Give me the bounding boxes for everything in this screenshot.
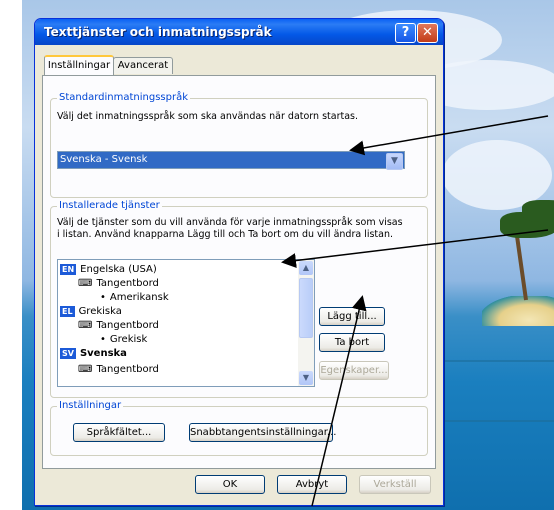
list-item-label: Tangentbord [96,364,159,375]
scroll-thumb[interactable] [299,278,313,338]
default-language-legend: Standardinmatningsspråk [57,92,190,103]
chevron-down-icon[interactable]: ▼ [386,153,403,170]
list-item-label: Tangentbord [96,278,159,289]
bullet-icon: • [100,292,106,303]
title-bar[interactable]: Texttjänster och inmatningsspråk ? ✕ [35,19,443,45]
list-item[interactable]: • Grekisk [100,334,147,345]
list-item[interactable]: EN Engelska (USA) [60,264,157,275]
help-button[interactable]: ? [395,23,416,43]
properties-button[interactable]: Egenskaper... [319,361,389,380]
list-item-label: Grekisk [109,334,148,345]
scroll-down-icon[interactable]: ▼ [299,371,313,385]
default-language-value: Svenska - Svensk [60,154,148,165]
list-item-label: Svenska [79,348,127,359]
hotkeys-button[interactable]: Snabbtangentsinställningar... [189,423,336,442]
list-item[interactable]: EL Grekiska [60,306,122,317]
list-item-label: Tangentbord [96,320,159,331]
palm-trunk [514,230,528,301]
list-item-label: Grekiska [78,306,122,317]
palm-leaves [522,200,554,222]
apply-button[interactable]: Verkställ [359,475,431,494]
window-title: Texttjänster och inmatningsspråk [44,25,272,39]
language-badge: SV [60,348,76,359]
dialog-window: Texttjänster och inmatningsspråk ? ✕ Ins… [34,18,444,506]
settings-legend: Inställningar [57,400,124,411]
scroll-up-icon[interactable]: ▲ [299,261,313,275]
default-language-group: Standardinmatningsspråk Välj det inmatni… [50,92,428,198]
add-button[interactable]: Lägg till... [319,307,385,326]
language-badge: EN [60,264,77,275]
bullet-icon: • [100,334,106,345]
language-bar-button[interactable]: Språkfältet... [73,423,165,442]
installed-services-legend: Installerade tjänster [57,200,162,211]
settings-group: Inställningar Språkfältet... Snabbtangen… [50,400,428,456]
list-item[interactable]: • Amerikansk [100,292,169,303]
cancel-button[interactable]: Avbryt [277,475,347,494]
list-item-label: Engelska (USA) [80,264,157,275]
list-scrollbar[interactable]: ▲ ▼ [298,260,314,386]
remove-button[interactable]: Ta bort [319,333,385,352]
close-button[interactable]: ✕ [417,23,438,43]
keyboard-icon: ⌨ [78,320,93,331]
installed-services-description-line1: Välj de tjänster som du vill använda för… [57,217,403,228]
tab-avancerat[interactable]: Avancerat [113,57,173,74]
list-item[interactable]: ⌨ Tangentbord [78,320,159,331]
installed-services-description-line2: i listan. Använd knapparna Lägg till och… [57,229,394,240]
keyboard-icon: ⌨ [78,364,93,375]
default-language-description: Välj det inmatningsspråk som ska använda… [57,111,358,122]
keyboard-icon: ⌨ [78,278,93,289]
installed-services-list[interactable]: EN Engelska (USA) ⌨ Tangentbord • Amerikans… [57,259,315,387]
language-badge: EL [60,306,75,317]
list-item-label: Amerikansk [109,292,169,303]
installed-services-group: Installerade tjänster Välj de tjänster s… [50,200,428,398]
tab-panel: Standardinmatningsspråk Välj det inmatni… [42,75,436,469]
list-item[interactable]: ⌨ Tangentbord [78,364,159,375]
default-language-select[interactable]: Svenska - Svensk ▼ [57,151,405,170]
ok-button[interactable]: OK [195,475,265,494]
tab-installningar[interactable]: Inställningar [44,55,114,75]
island [482,296,554,326]
list-item[interactable]: SV Svenska [60,348,127,359]
list-item[interactable]: ⌨ Tangentbord [78,278,159,289]
